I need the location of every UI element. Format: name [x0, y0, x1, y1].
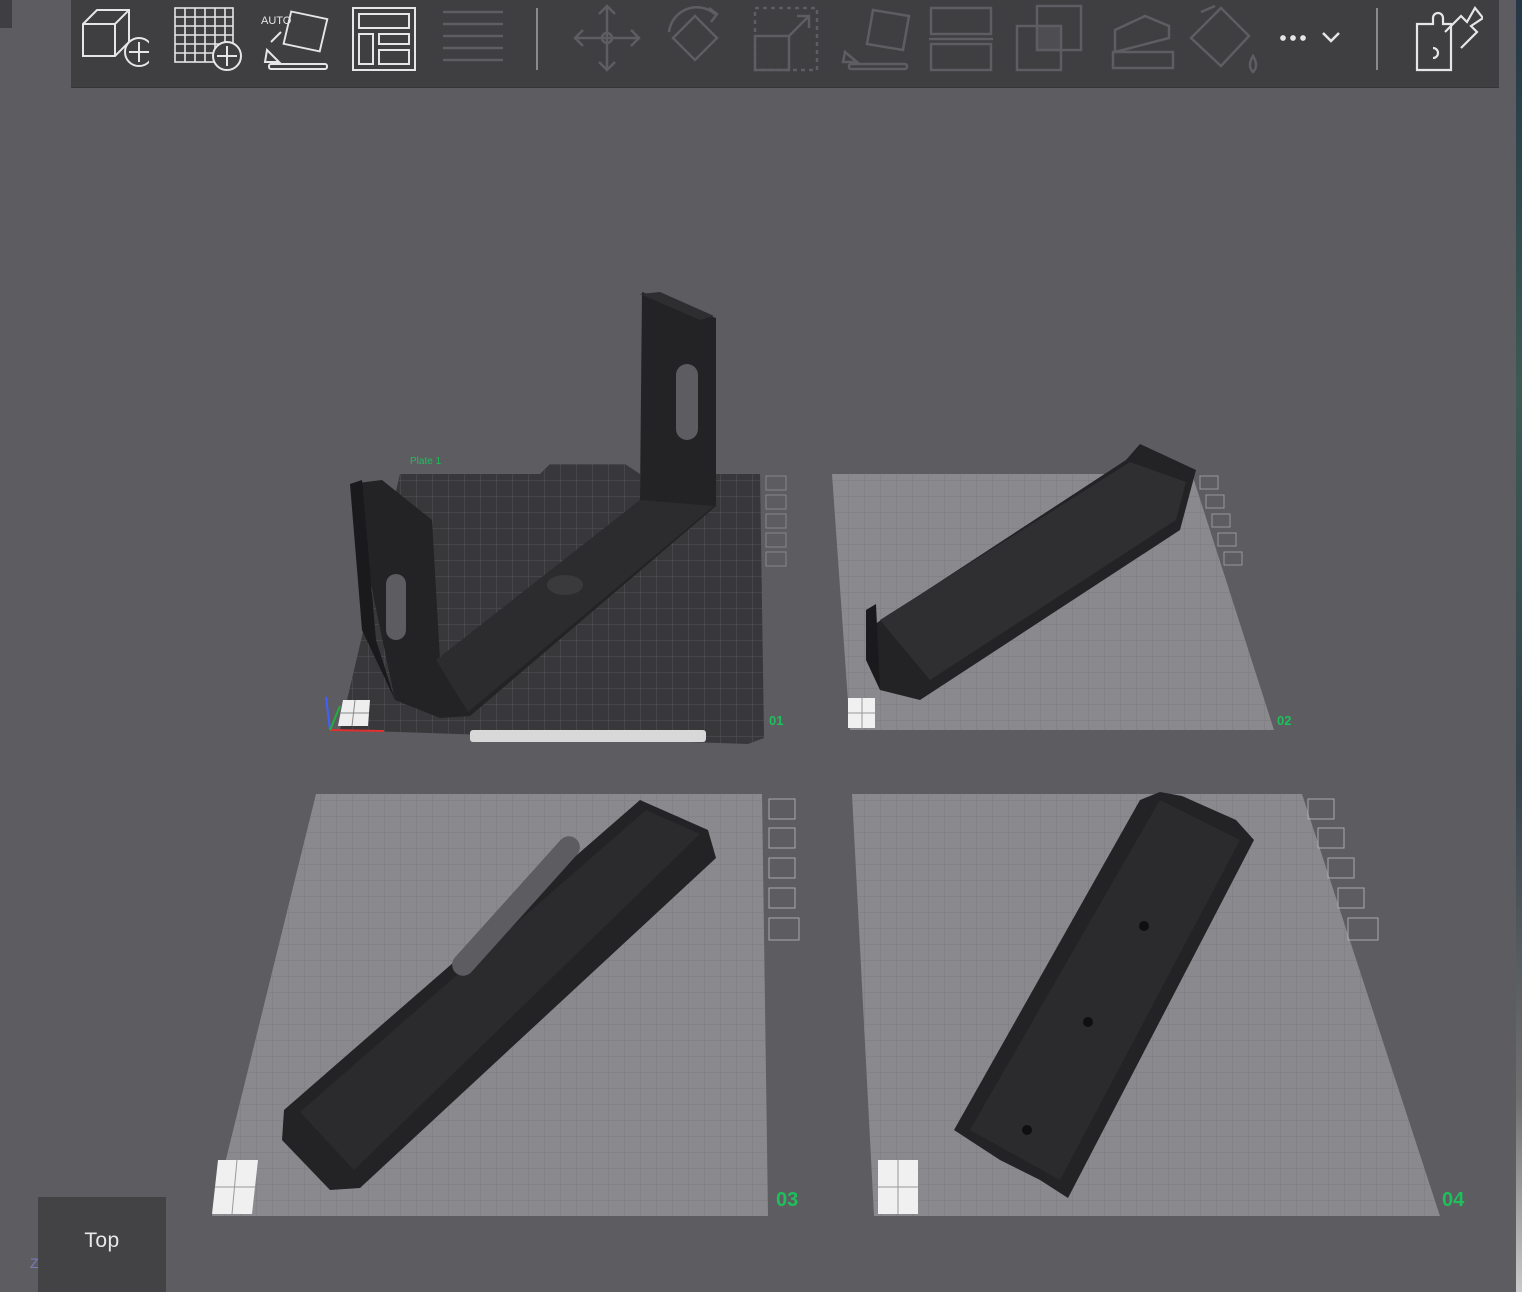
plate-3-tools: [768, 798, 800, 941]
plate-2[interactable]: 02: [832, 444, 1291, 730]
plate-1-tools: [765, 475, 787, 567]
plate-4[interactable]: 04: [852, 792, 1465, 1216]
window-edge: [1516, 0, 1522, 1292]
plate-name-label: Plate 1: [410, 456, 442, 467]
plate-number-04: 04: [1442, 1189, 1465, 1211]
plate-3[interactable]: 03: [212, 794, 800, 1216]
axis-z-label: Z: [30, 1255, 39, 1271]
view-name: Top: [84, 1229, 120, 1252]
plate-number-01: 01: [769, 713, 783, 728]
plate-number-03: 03: [776, 1189, 798, 1211]
view-cube-label[interactable]: Top: [38, 1197, 166, 1292]
3d-viewport[interactable]: Plate 1 01 02 03 04: [0, 0, 1522, 1292]
plate-1[interactable]: Plate 1 01: [325, 292, 787, 744]
plate-number-02: 02: [1277, 713, 1291, 728]
